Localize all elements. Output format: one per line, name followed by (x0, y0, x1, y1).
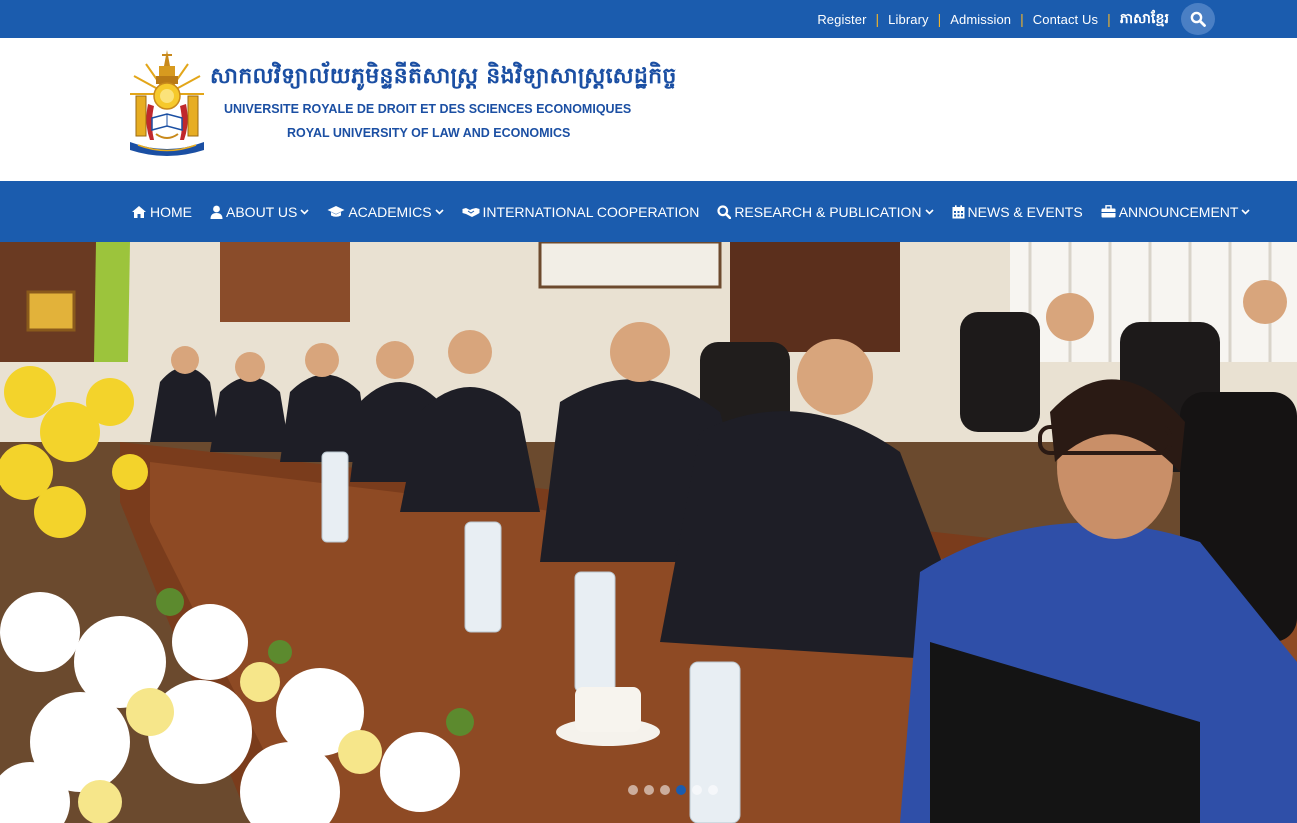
graduation-cap-icon (327, 205, 345, 218)
university-name-khmer: សាកលវិទ្យាល័យភូមិន្ទនីតិសាស្ត្រ និងវិទ្យ… (210, 64, 677, 89)
slider-dot[interactable] (628, 785, 638, 795)
register-link[interactable]: Register (817, 12, 866, 27)
nav-item-about-us[interactable]: ABOUT US (210, 204, 309, 220)
search-button[interactable] (1181, 3, 1215, 35)
briefcase-icon (1101, 205, 1116, 218)
chevron-down-icon (1241, 208, 1251, 215)
chevron-down-icon (434, 208, 444, 215)
nav-item-announcement[interactable]: ANNOUNCEMENT (1101, 204, 1251, 220)
slider-dot[interactable] (644, 785, 654, 795)
chevron-down-icon (924, 208, 934, 215)
nav-item-label: ABOUT US (226, 203, 298, 220)
search-icon (717, 204, 732, 219)
nav-list: HOME ABOUT US ACADEMICS INTERNATIONAL CO… (131, 181, 1268, 242)
nav-item-label: RESEARCH & PUBLICATION (734, 203, 922, 220)
nav-item-academics[interactable]: ACADEMICS (327, 203, 444, 220)
slider-pagination (628, 785, 718, 795)
nav-item-label: ANNOUNCEMENT (1118, 203, 1239, 220)
hero-slide-image (0, 242, 1297, 823)
home-icon (131, 205, 147, 219)
university-name-french: UNIVERSITE ROYALE DE DROIT ET DES SCIENC… (224, 102, 632, 116)
slider-dot[interactable] (708, 785, 718, 795)
link-separator: | (1107, 11, 1111, 27)
nav-item-label: NEWS & EVENTS (967, 203, 1083, 220)
nav-item-label: ACADEMICS (348, 203, 432, 220)
handshake-icon (462, 206, 480, 218)
chevron-down-icon (300, 208, 309, 215)
nav-item-label: HOME (150, 203, 192, 220)
calendar-icon (952, 204, 965, 219)
slider-dot[interactable] (660, 785, 670, 795)
university-name-english: ROYAL UNIVERSITY OF LAW AND ECONOMICS (287, 126, 571, 140)
library-link[interactable]: Library (888, 12, 928, 27)
nav-item-home[interactable]: HOME (131, 204, 192, 220)
contact-us-link[interactable]: Contact Us (1033, 12, 1098, 27)
nav-item-international-cooperation[interactable]: INTERNATIONAL COOPERATION (462, 203, 700, 220)
top-links: Register | Library | Admission | Contact… (817, 0, 1169, 38)
top-utility-bar: Register | Library | Admission | Contact… (0, 0, 1297, 38)
slider-dot[interactable] (692, 785, 702, 795)
language-switch-link[interactable]: ភាសាខ្មែរ (1120, 9, 1169, 30)
site-header: សាកលវិទ្យាល័យភូមិន្ទនីតិសាស្ត្រ និងវិទ្យ… (0, 38, 1297, 181)
hero-slider[interactable] (0, 242, 1297, 823)
link-separator: | (1020, 11, 1024, 27)
slider-dot-active[interactable] (676, 785, 686, 795)
link-separator: | (875, 11, 880, 27)
search-icon (1190, 11, 1206, 27)
admission-link[interactable]: Admission (950, 12, 1011, 27)
link-separator: | (937, 11, 942, 27)
nav-item-news-events[interactable]: NEWS & EVENTS (952, 204, 1083, 220)
nav-item-label: INTERNATIONAL COOPERATION (482, 203, 700, 220)
university-emblem-logo[interactable] (126, 46, 208, 160)
main-navigation: HOME ABOUT US ACADEMICS INTERNATIONAL CO… (0, 181, 1297, 242)
nav-item-research-publication[interactable]: RESEARCH & PUBLICATION (717, 203, 934, 220)
user-icon (210, 205, 223, 219)
